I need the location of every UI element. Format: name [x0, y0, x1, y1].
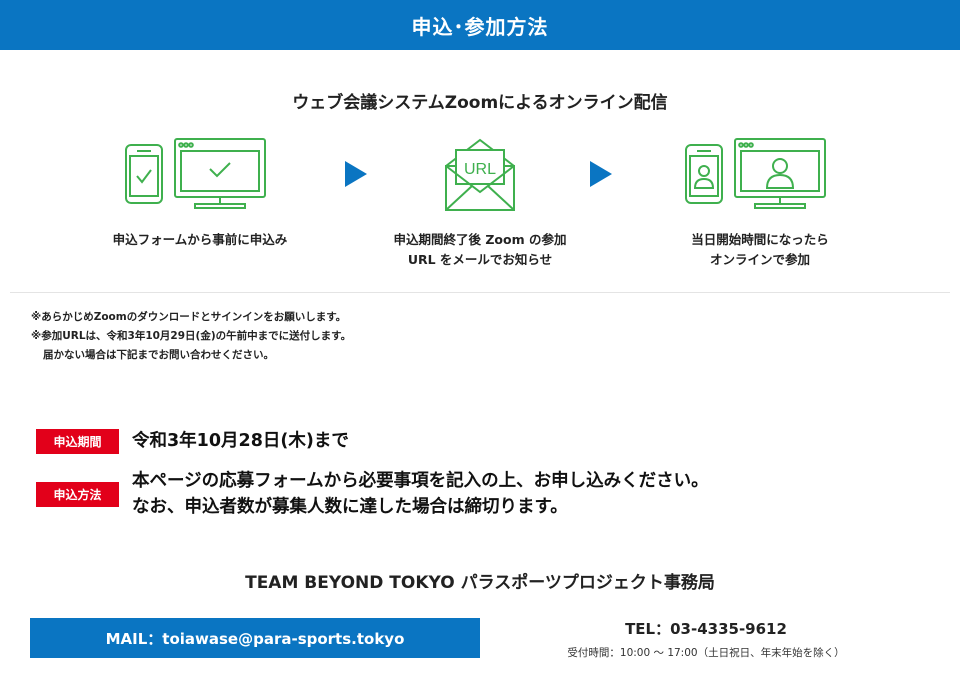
- step-apply: 申込フォームから事前に申込み: [70, 136, 330, 250]
- period-text: 令和3年10月28日(木)まで: [132, 431, 349, 451]
- header-title: 申込･参加方法: [411, 14, 549, 39]
- phone-monitor-check-icon: [125, 138, 266, 209]
- application-period-row: 申込期間 令和3年10月28日(木)まで: [36, 428, 349, 454]
- method-text: 本ページの応募フォームから必要事項を記入の上、お申し込みください。 なお、申込者…: [132, 471, 709, 517]
- envelope-url-text: URL: [464, 161, 496, 178]
- note-line: 届かない場合は下記までお問い合わせください。: [43, 349, 274, 361]
- envelope-url-icon: URL: [445, 138, 515, 211]
- arrow-right-icon: [590, 161, 612, 187]
- section-divider: [10, 292, 950, 293]
- phone-monitor-person-icon: [685, 138, 826, 209]
- step-join: 当日開始時間になったら オンラインで参加: [630, 136, 890, 270]
- mail-link[interactable]: MAIL：toiawase@para-sports.tokyo: [106, 628, 405, 649]
- note-line: ※あらかじめZoomのダウンロードとサインインをお願いします。: [31, 311, 347, 323]
- tel-contact: TEL：03-4335-9612: [625, 620, 787, 638]
- section-subtitle: ウェブ会議システムZoomによるオンライン配信: [292, 93, 668, 113]
- period-badge: 申込期間: [36, 428, 119, 454]
- method-badge: 申込方法: [36, 481, 119, 507]
- step-email: URL 申込期間終了後 Zoom の参加 URL をメールでお知らせ: [350, 136, 610, 270]
- reception-hours: 受付時間：10:00 ～ 17:00（土日祝日、年末年始を除く）: [567, 647, 845, 659]
- steps-flow: 申込フォームから事前に申込み URL 申込期間終了後 Zoom の参加 URL …: [0, 136, 960, 276]
- step-label: 当日開始時間になったら オンラインで参加: [691, 232, 829, 267]
- page-header: 申込･参加方法: [0, 0, 960, 50]
- organization-name: TEAM BEYOND TOKYO パラスポーツプロジェクト事務局: [245, 573, 715, 593]
- notes: ※あらかじめZoomのダウンロードとサインインをお願いします。 ※参加URLは、…: [31, 308, 351, 365]
- step-label: 申込フォームから事前に申込み: [112, 232, 288, 247]
- application-method-row: 申込方法 本ページの応募フォームから必要事項を記入の上、お申し込みください。 な…: [36, 468, 709, 520]
- step-label: 申込期間終了後 Zoom の参加 URL をメールでお知らせ: [393, 232, 567, 267]
- note-line: ※参加URLは、令和3年10月29日(金)の午前中までに送付します。: [31, 330, 352, 342]
- mail-contact-box[interactable]: MAIL：toiawase@para-sports.tokyo: [30, 618, 480, 658]
